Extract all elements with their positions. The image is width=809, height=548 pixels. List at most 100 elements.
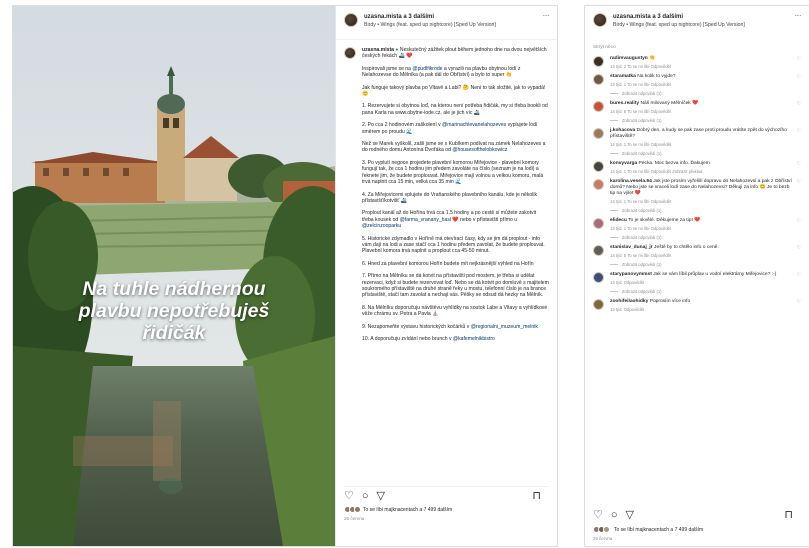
commenter-avatar[interactable]: [593, 299, 604, 310]
comment-meta[interactable]: 14 týd. 5 To se mi líbí Odpovědět: [610, 253, 793, 258]
caption-p15a: 10. A doporučuju zvídání nebo brunch v: [362, 336, 453, 342]
commenter-username[interactable]: radimvaugustyn: [610, 56, 648, 61]
commenter-username[interactable]: starypanovymmst: [610, 272, 652, 277]
commenter-avatar[interactable]: [593, 56, 604, 67]
caption-p7: 3. Po vyplutí negoce projedete plavební …: [362, 159, 544, 186]
like-heart-icon[interactable]: ♡: [593, 509, 603, 521]
author-info: uzasna.mista a 3 dalšími Birdy • Wings (…: [364, 13, 543, 29]
view-replies-link[interactable]: Zobrazit odpovědi (1): [610, 262, 793, 267]
comment-like-icon[interactable]: ♡: [797, 128, 801, 156]
post-photo[interactable]: Na tuhle nádhernou plavbu nepotřebuješ ř…: [13, 6, 335, 546]
comment-like-icon[interactable]: ♡: [797, 299, 801, 312]
view-replies-link[interactable]: Zobrazit odpovědi (1): [610, 91, 793, 96]
mention-link[interactable]: @pudlfikrode: [412, 66, 442, 72]
more-options-icon[interactable]: ···: [543, 12, 550, 20]
mention-link[interactable]: @marinachlevanelahozeves: [442, 122, 506, 128]
comment-body: j.kohacova Dobrý den, a kudy se pak zase…: [610, 128, 793, 156]
comment-like-icon[interactable]: ♡: [797, 101, 801, 123]
bookmark-icon[interactable]: ⊓: [784, 509, 793, 521]
comment-text: zoohifeilaohidky Poprosím více info: [610, 299, 793, 305]
commenter-avatar[interactable]: [593, 74, 604, 85]
commenter-username[interactable]: staramatka: [610, 74, 636, 79]
post-header: uzasna.mista a 3 dalšími Birdy • Wings (…: [336, 6, 557, 40]
comment-message: Ještě by to chtělo info o ceně.: [654, 245, 719, 250]
post-date: 25 června: [344, 516, 365, 521]
audio-track[interactable]: Birdy • Wings (feat. sped up nightcore) …: [364, 21, 543, 29]
comment-meta[interactable]: 14 týd. 8 To se mi líbí Odpovědět: [610, 109, 793, 114]
more-options-icon[interactable]: ···: [795, 12, 802, 20]
share-icon[interactable]: ▽: [377, 491, 385, 502]
commenter-username[interactable]: j.kohacova: [610, 128, 635, 133]
view-replies-link[interactable]: Zobrazit odpovědi (1): [610, 289, 793, 294]
commenter-username[interactable]: bures.reality: [610, 101, 639, 106]
commenter-username[interactable]: zoohifeilaohidky: [610, 299, 648, 304]
commenter-avatar[interactable]: [593, 272, 604, 283]
commenter-avatar[interactable]: [593, 101, 604, 112]
caption-p13: 8. Na Mělníku doporučuju návštěvu vyhlíd…: [362, 304, 548, 318]
view-replies-link[interactable]: Zobrazit odpovědi (1): [610, 118, 793, 123]
comment-icon[interactable]: ○: [611, 509, 618, 521]
comment-items: radimvaugustyn 👏 14 týd. 2 To se mi líbí …: [593, 56, 801, 312]
caption-p14a: 9. Nezapomeňte výstavu historických kočá…: [362, 323, 471, 330]
author-name[interactable]: uzasna.mista a 3 dalšími: [364, 13, 543, 21]
comments-header: uzasna.mista a 3 dalšími Birdy • Wings (…: [585, 6, 809, 40]
mention-link[interactable]: @housesofthelobkowicz: [452, 147, 507, 153]
comment-like-icon[interactable]: ♡: [797, 74, 801, 96]
like-heart-icon[interactable]: ♡: [344, 491, 354, 502]
commenter-avatar[interactable]: [593, 161, 604, 172]
audio-track[interactable]: Birdy • Wings (feat. sped up nightcore) …: [613, 21, 795, 29]
view-replies-link[interactable]: Zobrazit odpovědi (1): [610, 235, 793, 240]
comment-item: radimvaugustyn 👏 14 týd. 2 To se mi líbí …: [593, 56, 801, 69]
view-replies-link[interactable]: Zobrazit odpovědi (1): [610, 208, 793, 213]
comment-meta[interactable]: 14 týd. 1 To se mi líbí Odpovědět: [610, 199, 793, 204]
comment-like-icon[interactable]: ♡: [797, 56, 801, 69]
view-replies-link[interactable]: Zobrazit odpovědi (1): [610, 151, 793, 156]
mention-link[interactable]: @kafemelnikbistro: [453, 336, 495, 342]
comment-meta[interactable]: 14 týd. 1 To se mi líbí Odpovědět: [610, 82, 793, 87]
comment-item: konvyvarga Pecka. Moc bezva info. Ďakuje…: [593, 161, 801, 174]
comment-like-icon[interactable]: ♡: [797, 179, 801, 213]
commenter-avatar[interactable]: [593, 245, 604, 256]
commenter-avatar[interactable]: [593, 179, 604, 190]
comment-meta[interactable]: 14 týd. 2 To se mi líbí Odpovědět: [610, 64, 793, 69]
mention-link[interactable]: @farma_vranany_hasl: [400, 217, 451, 223]
commenter-avatar[interactable]: [593, 218, 604, 229]
caption-p11: 6. Hned za plavební komorou Hořín budete…: [362, 260, 534, 267]
likes-text[interactable]: To se líbí majknacentach a 7 499 dalším: [614, 527, 703, 533]
comments-card: uzasna.mista a 3 dalšími Birdy • Wings (…: [585, 6, 809, 546]
comment-like-icon[interactable]: ♡: [797, 245, 801, 267]
comment-like-icon[interactable]: ♡: [797, 161, 801, 174]
caption-p4: 1. Rezervujete si obytnou loď, na kterou…: [362, 103, 548, 116]
author-avatar[interactable]: [593, 13, 607, 27]
share-icon[interactable]: ▽: [626, 509, 634, 521]
comment-meta[interactable]: 14 týd. 1 To se mi líbí Odpovědět: [610, 226, 793, 231]
comment-meta[interactable]: 14 týd. 1 To se mi líbí Odpovědět: [610, 142, 793, 147]
comment-like-icon[interactable]: ♡: [797, 218, 801, 240]
comment-text: radimvaugustyn 👏: [610, 56, 793, 62]
caption-row: uzasna.mista ● Neskutečný zážitek plout …: [344, 47, 549, 348]
post-actions: ♡ ○ ▽ ⊓: [593, 508, 801, 522]
hide-line[interactable]: Skrýt něco: [593, 45, 801, 50]
likes-text[interactable]: To se líbí majknacentach a 7 499 dalším: [363, 507, 452, 513]
commenter-avatar[interactable]: [593, 128, 604, 139]
comment-body: karolina.vesela.94 Jak jste prosím vyřeš…: [610, 179, 793, 213]
comment-like-icon[interactable]: ♡: [797, 272, 801, 294]
comment-icon[interactable]: ○: [362, 491, 369, 502]
post-sidebar: uzasna.mista a 3 dalšími Birdy • Wings (…: [335, 6, 557, 546]
caption-p5a: 2. Po cca 2 hodinovém zaškolení v: [362, 122, 443, 129]
comment-message: Na kolik to vyjde?: [637, 74, 676, 79]
commenter-username[interactable]: konvyvarga: [610, 161, 637, 166]
mention-link[interactable]: @regionalni_muzeum_melnik: [471, 324, 538, 330]
comment-meta[interactable]: 14 týd. Odpovědět: [610, 280, 793, 285]
commenter-username[interactable]: stanislav_dunaj_jr: [610, 245, 653, 250]
commenter-username[interactable]: elidecu: [610, 218, 627, 223]
comment-meta[interactable]: 13 týd. Odpovědět: [610, 307, 793, 312]
mention-link[interactable]: @zelcinzooparku: [362, 223, 401, 229]
author-name[interactable]: uzasna.mista a 3 dalšími: [613, 13, 795, 21]
commenter-username[interactable]: karolina.vesela.94: [610, 179, 652, 184]
comment-body: konvyvarga Pecka. Moc bezva info. Ďakuje…: [610, 161, 793, 174]
comment-meta[interactable]: 14 týd. 1 To se mi líbí Odpovědět Zobraz…: [610, 169, 793, 174]
caption-avatar[interactable]: [344, 47, 356, 59]
bookmark-icon[interactable]: ⊓: [532, 491, 541, 502]
author-avatar[interactable]: [344, 13, 358, 27]
